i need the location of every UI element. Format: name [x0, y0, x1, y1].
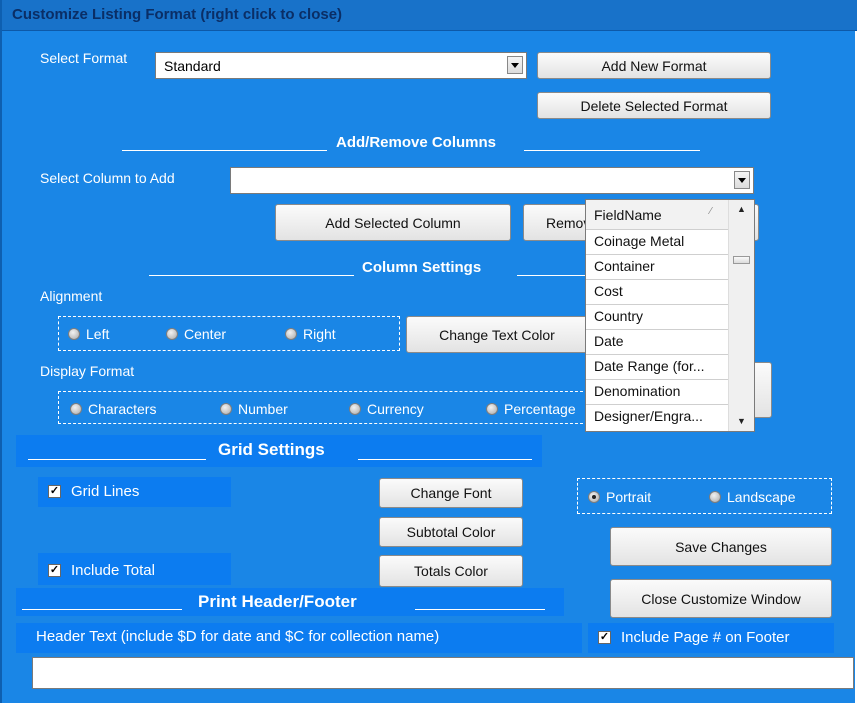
totals-color-button[interactable]: Totals Color	[379, 555, 523, 587]
column-settings-heading: Column Settings	[362, 259, 482, 276]
header-text-input[interactable]	[32, 657, 854, 689]
chevron-down-icon	[511, 62, 519, 68]
format-percentage-radio[interactable]: Percentage	[486, 401, 576, 417]
divider	[122, 150, 327, 151]
radio-icon	[70, 403, 82, 415]
window-title: Customize Listing Format (right click to…	[12, 6, 343, 23]
close-customize-window-button[interactable]: Close Customize Window	[610, 579, 832, 618]
radio-icon	[349, 403, 361, 415]
dropdown-header[interactable]: FieldName ⁄	[586, 200, 728, 230]
print-header-footer-heading: Print Header/Footer	[198, 592, 357, 611]
format-select-value: Standard	[164, 58, 221, 74]
sort-icon: ⁄	[710, 206, 712, 217]
list-item[interactable]: Coinage Metal	[586, 230, 728, 255]
list-item[interactable]: Date	[586, 330, 728, 355]
include-page-number-checkbox[interactable]: ✓ Include Page # on Footer	[598, 629, 789, 646]
divider	[22, 609, 182, 610]
grid-lines-checkbox[interactable]: ✓ Grid Lines	[48, 483, 139, 500]
header-text-label: Header Text (include $D for date and $C …	[36, 628, 440, 645]
align-right-radio[interactable]: Right	[285, 326, 336, 342]
column-dropdown-arrow[interactable]	[734, 171, 750, 189]
change-text-color-button[interactable]: Change Text Color	[406, 316, 588, 353]
list-item[interactable]: Cost	[586, 280, 728, 305]
landscape-radio[interactable]: Landscape	[709, 489, 796, 505]
scroll-thumb[interactable]	[733, 256, 750, 264]
chevron-down-icon	[738, 177, 746, 183]
column-dropdown-list[interactable]: FieldName ⁄ Coinage Metal Container Cost…	[585, 199, 755, 432]
radio-icon	[220, 403, 232, 415]
select-column-label: Select Column to Add	[40, 170, 175, 186]
checkmark-icon: ✓	[598, 631, 611, 644]
display-format-label: Display Format	[40, 363, 135, 379]
radio-icon	[285, 328, 297, 340]
column-select[interactable]	[230, 167, 754, 194]
format-select[interactable]: Standard	[155, 52, 527, 79]
list-item[interactable]: Container	[586, 255, 728, 280]
radio-icon	[166, 328, 178, 340]
add-selected-column-button[interactable]: Add Selected Column	[275, 204, 511, 241]
subtotal-color-button[interactable]: Subtotal Color	[379, 517, 523, 547]
radio-icon	[709, 491, 721, 503]
list-item[interactable]: Country	[586, 305, 728, 330]
format-dropdown-arrow[interactable]	[507, 56, 523, 74]
divider	[149, 275, 354, 276]
checkmark-icon: ✓	[48, 564, 61, 577]
change-font-button[interactable]: Change Font	[379, 478, 523, 508]
radio-icon	[486, 403, 498, 415]
radio-selected-icon	[588, 491, 600, 503]
save-changes-button[interactable]: Save Changes	[610, 527, 832, 566]
align-center-radio[interactable]: Center	[166, 326, 226, 342]
divider	[415, 609, 545, 610]
customize-listing-window: Customize Listing Format (right click to…	[0, 0, 857, 703]
grid-settings-heading: Grid Settings	[218, 440, 325, 459]
add-remove-columns-heading: Add/Remove Columns	[336, 134, 497, 151]
divider	[358, 459, 532, 460]
list-item[interactable]: Denomination	[586, 380, 728, 405]
title-bar[interactable]: Customize Listing Format (right click to…	[2, 0, 857, 31]
delete-format-button[interactable]: Delete Selected Format	[537, 92, 771, 119]
alignment-label: Alignment	[40, 288, 103, 304]
divider	[517, 275, 585, 276]
format-number-radio[interactable]: Number	[220, 401, 288, 417]
scroll-up-icon[interactable]: ▲	[737, 204, 746, 214]
dropdown-scrollbar[interactable]: ▲ ▼	[728, 200, 754, 431]
checkmark-icon: ✓	[48, 485, 61, 498]
portrait-radio[interactable]: Portrait	[588, 489, 651, 505]
list-item[interactable]: Date Range (for...	[586, 355, 728, 380]
align-left-radio[interactable]: Left	[68, 326, 109, 342]
list-item[interactable]: Designer/Engra...	[586, 405, 728, 430]
select-format-label: Select Format	[40, 50, 128, 66]
divider	[524, 150, 700, 151]
format-characters-radio[interactable]: Characters	[70, 401, 156, 417]
radio-icon	[68, 328, 80, 340]
format-currency-radio[interactable]: Currency	[349, 401, 424, 417]
include-total-checkbox[interactable]: ✓ Include Total	[48, 562, 155, 579]
divider	[28, 459, 206, 460]
scroll-down-icon[interactable]: ▼	[737, 416, 746, 426]
add-new-format-button[interactable]: Add New Format	[537, 52, 771, 79]
